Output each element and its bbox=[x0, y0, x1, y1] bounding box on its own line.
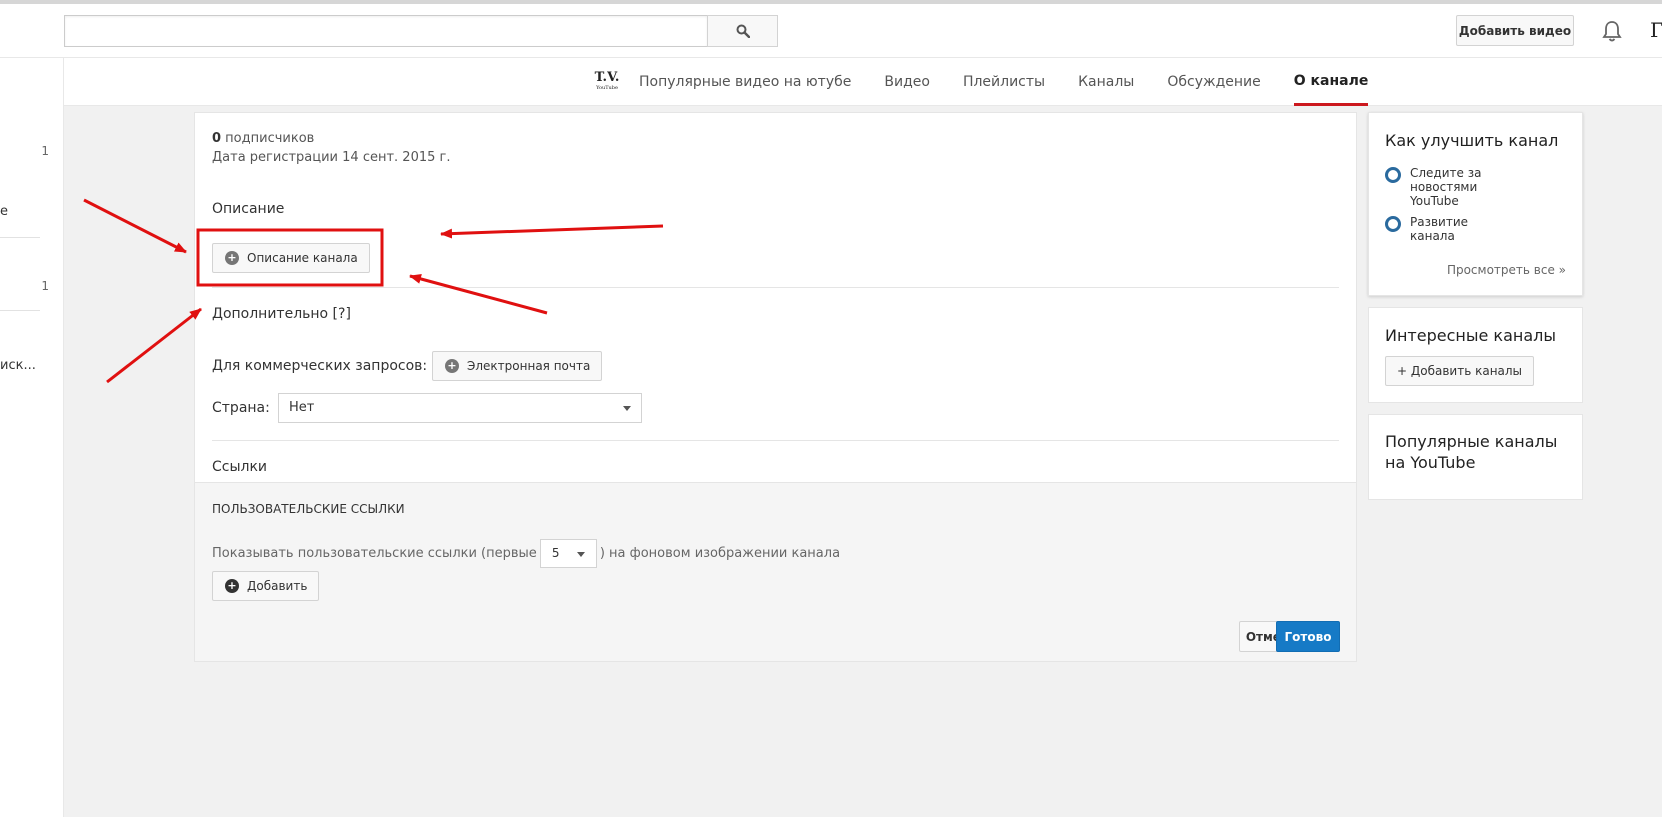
annotation-arrow bbox=[106, 307, 202, 384]
annotation-overlay bbox=[83, 198, 664, 384]
annotation-arrow bbox=[409, 274, 548, 315]
annotation-highlight-box bbox=[196, 228, 384, 287]
annotation-arrow bbox=[440, 224, 664, 239]
annotation-arrow bbox=[83, 198, 187, 254]
